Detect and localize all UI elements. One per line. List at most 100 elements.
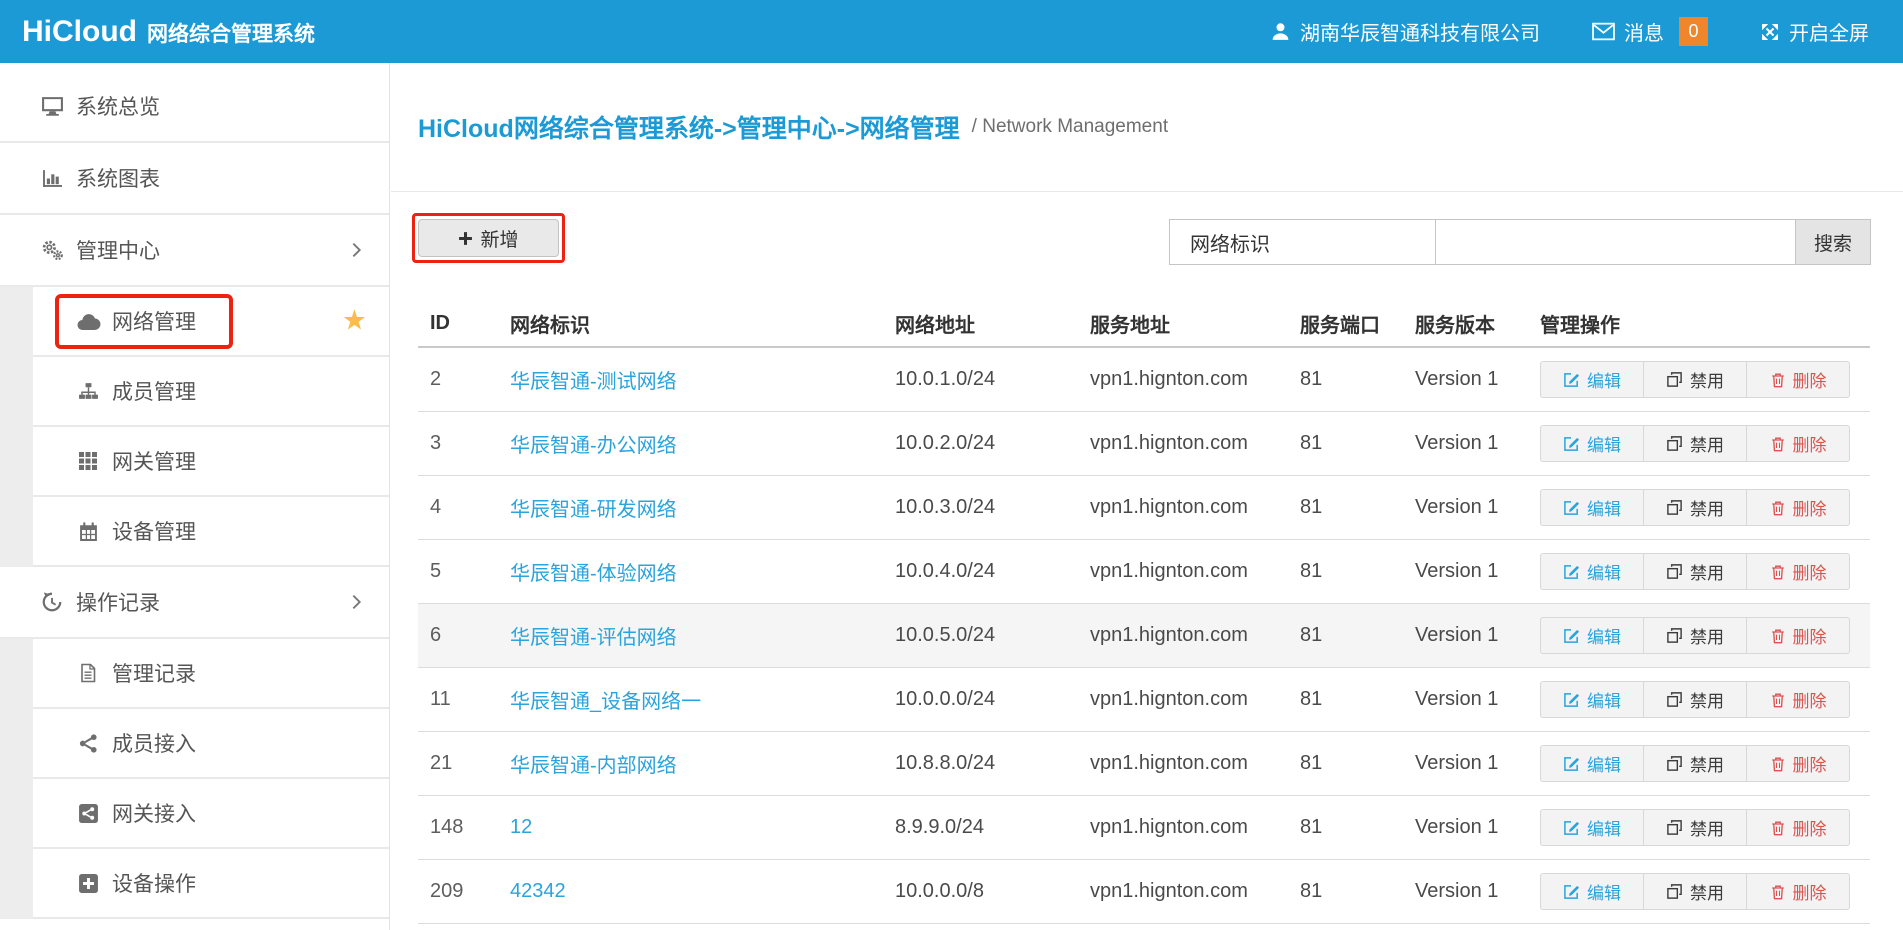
search-input[interactable] — [1435, 219, 1795, 265]
edit-button[interactable]: 编辑 — [1540, 489, 1644, 526]
disable-button[interactable]: 禁用 — [1643, 745, 1747, 782]
delete-button[interactable]: 删除 — [1746, 873, 1850, 910]
delete-button[interactable]: 删除 — [1746, 553, 1850, 590]
cell-actions: 编辑 禁用 删除 — [1540, 553, 1870, 590]
sidebar-item-admin-records[interactable]: 管理记录 — [33, 639, 389, 709]
edit-icon — [1563, 883, 1580, 900]
disable-button-label: 禁用 — [1690, 751, 1724, 776]
sidebar-item-admin-center[interactable]: 管理中心 — [0, 215, 389, 287]
network-name-link[interactable]: 华辰智通-研发网络 — [510, 499, 677, 521]
column-header-network-name: 网络标识 — [510, 309, 895, 338]
cell-id: 5 — [430, 560, 510, 583]
cell-server-version: Version 1 — [1415, 816, 1540, 839]
sidebar-item-member-access[interactable]: 成员接入 — [33, 709, 389, 779]
network-name-link[interactable]: 华辰智通-体验网络 — [510, 563, 677, 585]
brand-name: HiCloud — [22, 15, 137, 49]
table-row: 3 华辰智通-办公网络 10.0.2.0/24 vpn1.hignton.com… — [418, 412, 1870, 476]
sidebar-item-member-management[interactable]: 成员管理 — [33, 357, 389, 427]
network-name-link[interactable]: 华辰智通-办公网络 — [510, 435, 677, 457]
cell-server-version: Version 1 — [1415, 688, 1540, 711]
favorite-star-icon[interactable]: ★ — [342, 306, 367, 334]
cell-actions: 编辑 禁用 删除 — [1540, 361, 1870, 398]
delete-button-label: 删除 — [1793, 623, 1827, 648]
delete-button[interactable]: 删除 — [1746, 681, 1850, 718]
edit-button[interactable]: 编辑 — [1540, 553, 1644, 590]
edit-button-label: 编辑 — [1587, 495, 1621, 520]
sidebar-item-label: 系统总览 — [76, 91, 160, 121]
disable-button-label: 禁用 — [1690, 495, 1724, 520]
trash-icon — [1770, 820, 1786, 836]
disable-button[interactable]: 禁用 — [1643, 425, 1747, 462]
network-name-link[interactable]: 华辰智通-内部网络 — [510, 755, 677, 777]
search-button[interactable]: 搜索 — [1795, 219, 1871, 265]
disable-button[interactable]: 禁用 — [1643, 361, 1747, 398]
delete-button[interactable]: 删除 — [1746, 425, 1850, 462]
disable-button[interactable]: 禁用 — [1643, 681, 1747, 718]
delete-button-label: 删除 — [1793, 367, 1827, 392]
sidebar-item-gateway-access[interactable]: 网关接入 — [33, 779, 389, 849]
disable-button[interactable]: 禁用 — [1643, 489, 1747, 526]
fullscreen-label: 开启全屏 — [1789, 17, 1869, 46]
messages-menu[interactable]: 消息 0 — [1592, 17, 1708, 46]
share-icon — [73, 733, 103, 754]
fullscreen-toggle[interactable]: 开启全屏 — [1760, 17, 1869, 46]
cell-actions: 编辑 禁用 删除 — [1540, 425, 1870, 462]
network-name-link[interactable]: 12 — [510, 816, 532, 838]
disable-button[interactable]: 禁用 — [1643, 553, 1747, 590]
delete-button[interactable]: 删除 — [1746, 489, 1850, 526]
network-name-link[interactable]: 华辰智通-评估网络 — [510, 627, 677, 649]
bar-chart-icon — [37, 168, 67, 189]
plus-square-icon — [73, 873, 103, 894]
edit-button-label: 编辑 — [1587, 367, 1621, 392]
delete-button[interactable]: 删除 — [1746, 361, 1850, 398]
network-name-link[interactable]: 42342 — [510, 880, 566, 902]
cell-server-port: 81 — [1300, 816, 1415, 839]
network-name-link[interactable]: 华辰智通-测试网络 — [510, 371, 677, 393]
sidebar-item-gateway-management[interactable]: 网关管理 — [33, 427, 389, 497]
delete-button[interactable]: 删除 — [1746, 617, 1850, 654]
sidebar-item-operation-records[interactable]: 操作记录 — [0, 567, 389, 639]
edit-button[interactable]: 编辑 — [1540, 809, 1644, 846]
delete-button-label: 删除 — [1793, 751, 1827, 776]
cell-id: 148 — [430, 816, 510, 839]
sidebar-item-device-operations[interactable]: 设备操作 — [33, 849, 389, 919]
edit-button[interactable]: 编辑 — [1540, 617, 1644, 654]
edit-button[interactable]: 编辑 — [1540, 873, 1644, 910]
main-content: HiCloud网络综合管理系统->管理中心->网络管理 / Network Ma… — [391, 63, 1903, 930]
sidebar-item-system-overview[interactable]: 系统总览 — [0, 71, 389, 143]
sidebar-item-label: 成员管理 — [112, 376, 196, 406]
cell-server-address: vpn1.hignton.com — [1090, 624, 1300, 647]
app-logo[interactable]: HiCloud 网络综合管理系统 — [22, 15, 315, 49]
sidebar-item-network-management[interactable]: 网络管理 ★ — [33, 287, 389, 357]
delete-button[interactable]: 删除 — [1746, 809, 1850, 846]
edit-button-label: 编辑 — [1587, 431, 1621, 456]
edit-button[interactable]: 编辑 — [1540, 681, 1644, 718]
company-menu[interactable]: 湖南华辰智通科技有限公司 — [1270, 17, 1540, 46]
disable-button[interactable]: 禁用 — [1643, 809, 1747, 846]
network-name-link[interactable]: 华辰智通_设备网络一 — [510, 691, 701, 713]
sidebar-item-system-charts[interactable]: 系统图表 — [0, 143, 389, 215]
delete-button[interactable]: 删除 — [1746, 745, 1850, 782]
sidebar-item-label: 成员接入 — [112, 728, 196, 758]
edit-button[interactable]: 编辑 — [1540, 745, 1644, 782]
grid-icon — [73, 451, 103, 471]
table-row: 4 华辰智通-研发网络 10.0.3.0/24 vpn1.hignton.com… — [418, 476, 1870, 540]
edit-button[interactable]: 编辑 — [1540, 425, 1644, 462]
table-row: 148 12 8.9.9.0/24 vpn1.hignton.com 81 Ve… — [418, 796, 1870, 860]
disable-button[interactable]: 禁用 — [1643, 873, 1747, 910]
admin-center-submenu: 网络管理 ★ 成员管理 网关管理 设备管理 — [0, 287, 389, 567]
edit-icon — [1563, 371, 1580, 388]
cell-network-address: 10.0.0.0/24 — [895, 688, 1090, 711]
cell-server-version: Version 1 — [1415, 432, 1540, 455]
edit-button[interactable]: 编辑 — [1540, 361, 1644, 398]
cell-network-name: 华辰智通-办公网络 — [510, 429, 895, 458]
clone-icon — [1666, 435, 1683, 452]
edit-button-label: 编辑 — [1587, 815, 1621, 840]
cell-server-port: 81 — [1300, 880, 1415, 903]
edit-icon — [1563, 499, 1580, 516]
add-button[interactable]: 新增 — [418, 219, 559, 257]
cell-server-address: vpn1.hignton.com — [1090, 688, 1300, 711]
sidebar-item-device-management[interactable]: 设备管理 — [33, 497, 389, 567]
disable-button[interactable]: 禁用 — [1643, 617, 1747, 654]
cell-network-name: 华辰智通-内部网络 — [510, 749, 895, 778]
